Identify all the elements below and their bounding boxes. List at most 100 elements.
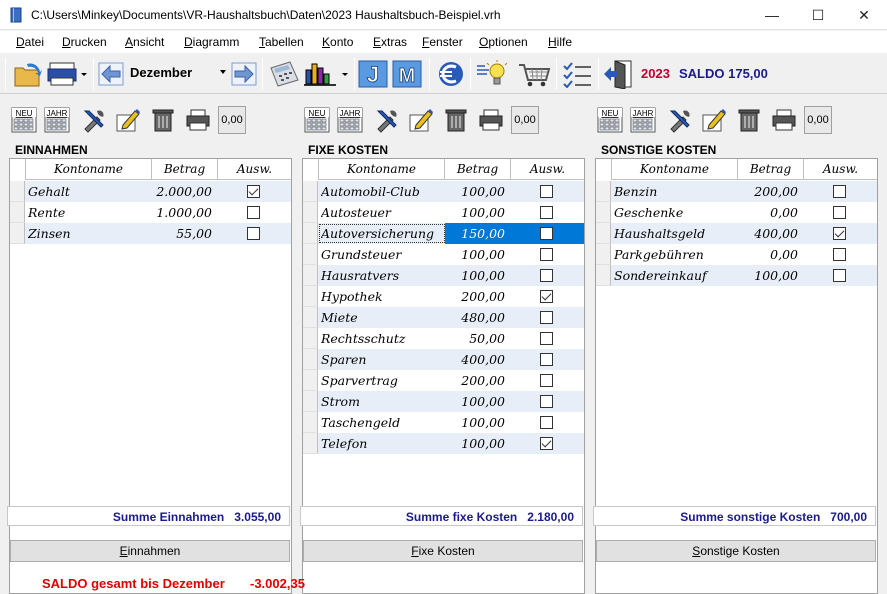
table-row[interactable]: Telefon 100,00 [303, 433, 584, 454]
table-row[interactable]: Zinsen 55,00 [10, 223, 291, 244]
row-select-checkbox[interactable] [247, 185, 260, 198]
row-select-checkbox[interactable] [247, 227, 260, 240]
einnahmen-delete-trash-icon[interactable] [148, 104, 178, 136]
einnahmen-new-entry-icon[interactable]: NEU [9, 104, 39, 136]
row-select-checkbox[interactable] [540, 332, 553, 345]
einnahmen-open-button[interactable]: Einnahmen [10, 540, 290, 562]
row-indicator[interactable] [303, 370, 318, 391]
row-indicator[interactable] [596, 265, 611, 286]
row-indicator[interactable] [303, 307, 318, 328]
row-select-checkbox[interactable] [540, 227, 553, 240]
fixe-edit-pencil-icon[interactable] [406, 104, 436, 136]
year-view-j-button[interactable]: J [358, 59, 388, 89]
row-indicator[interactable] [303, 328, 318, 349]
menu-datei[interactable]: Datei [16, 35, 44, 49]
sonstige-tools-icon[interactable] [665, 104, 695, 136]
fixe-open-button[interactable]: Fixe Kosten [303, 540, 583, 562]
einnahmen-reset-zero-button[interactable]: 0,00 [218, 106, 246, 134]
row-indicator[interactable] [596, 202, 611, 223]
row-indicator[interactable] [10, 181, 25, 202]
sonstige-delete-trash-icon[interactable] [734, 104, 764, 136]
fixe-delete-trash-icon[interactable] [441, 104, 471, 136]
row-indicator[interactable] [303, 244, 318, 265]
fixe-print-icon[interactable] [476, 104, 506, 136]
chart-dropdown-icon[interactable] [302, 59, 350, 89]
tips-lightbulb-icon[interactable] [474, 59, 512, 89]
fixe-year-entry-icon[interactable]: JAHR [335, 104, 365, 136]
table-row[interactable]: Sparen 400,00 [303, 349, 584, 370]
menu-drucken[interactable]: Drucken [62, 35, 107, 49]
fixe-new-entry-icon[interactable]: NEU [302, 104, 332, 136]
menu-fenster[interactable]: Fenster [422, 35, 463, 49]
table-row[interactable]: Strom 100,00 [303, 391, 584, 412]
row-indicator[interactable] [10, 202, 25, 223]
row-select-checkbox[interactable] [540, 353, 553, 366]
table-row[interactable]: Autosteuer 100,00 [303, 202, 584, 223]
sonstige-new-entry-icon[interactable]: NEU [595, 104, 625, 136]
table-row[interactable]: Benzin 200,00 [596, 181, 877, 202]
printer-dropdown-icon[interactable] [47, 59, 89, 89]
row-indicator[interactable] [303, 286, 318, 307]
table-row[interactable]: Geschenke 0,00 [596, 202, 877, 223]
column-header-name[interactable]: Kontoname [26, 159, 152, 180]
fixe-grid[interactable]: Kontoname Betrag Ausw. Automobil-Club 100… [302, 158, 585, 594]
row-select-checkbox[interactable] [540, 290, 553, 303]
row-select-checkbox[interactable] [540, 311, 553, 324]
month-select[interactable]: Dezember [126, 61, 230, 85]
menu-tabellen[interactable]: Tabellen [259, 35, 304, 49]
row-indicator[interactable] [596, 244, 611, 265]
column-header-amount[interactable]: Betrag [152, 159, 218, 180]
menu-ansicht[interactable]: Ansicht [125, 35, 164, 49]
table-row[interactable]: Taschengeld 100,00 [303, 412, 584, 433]
column-header-select[interactable]: Ausw. [511, 159, 584, 180]
row-select-checkbox[interactable] [833, 227, 846, 240]
table-row[interactable]: Hausratvers 100,00 [303, 265, 584, 286]
row-select-checkbox[interactable] [833, 269, 846, 282]
einnahmen-print-icon[interactable] [183, 104, 213, 136]
menu-extras[interactable]: Extras [373, 35, 407, 49]
table-row[interactable]: Gehalt 2.000,00 [10, 181, 291, 202]
table-row[interactable]: Sondereinkauf 100,00 [596, 265, 877, 286]
sonstige-edit-pencil-icon[interactable] [699, 104, 729, 136]
open-folder-icon[interactable] [12, 59, 44, 89]
row-select-checkbox[interactable] [247, 206, 260, 219]
fixe-reset-zero-button[interactable]: 0,00 [511, 106, 539, 134]
row-select-checkbox[interactable] [540, 248, 553, 261]
menu-optionen[interactable]: Optionen [479, 35, 528, 49]
row-select-checkbox[interactable] [540, 269, 553, 282]
row-indicator[interactable] [596, 181, 611, 202]
fixe-tools-icon[interactable] [372, 104, 402, 136]
row-indicator[interactable] [303, 412, 318, 433]
shopping-cart-icon[interactable] [515, 59, 553, 89]
column-header-select[interactable]: Ausw. [218, 159, 291, 180]
table-row[interactable]: Grundsteuer 100,00 [303, 244, 584, 265]
close-button[interactable]: ✕ [841, 0, 887, 30]
column-header-name[interactable]: Kontoname [319, 159, 445, 180]
sonstige-year-entry-icon[interactable]: JAHR [628, 104, 658, 136]
euro-icon[interactable] [433, 59, 467, 89]
menu-hilfe[interactable]: Hilfe [548, 35, 572, 49]
table-row[interactable]: Rechtsschutz 50,00 [303, 328, 584, 349]
row-select-checkbox[interactable] [540, 395, 553, 408]
maximize-button[interactable]: ☐ [795, 0, 841, 30]
table-row[interactable]: Parkgebühren 0,00 [596, 244, 877, 265]
row-indicator[interactable] [10, 223, 25, 244]
minimize-button[interactable]: — [749, 0, 795, 30]
calculator-icon[interactable] [267, 59, 301, 89]
table-row[interactable]: Autoversicherung 150,00 [303, 223, 584, 244]
row-indicator[interactable] [303, 265, 318, 286]
table-row[interactable]: Miete 480,00 [303, 307, 584, 328]
row-indicator[interactable] [596, 223, 611, 244]
einnahmen-year-entry-icon[interactable]: JAHR [42, 104, 72, 136]
row-indicator[interactable] [303, 391, 318, 412]
row-select-checkbox[interactable] [540, 185, 553, 198]
einnahmen-grid[interactable]: Kontoname Betrag Ausw. Gehalt 2.000,00 Ren… [9, 158, 292, 594]
einnahmen-edit-pencil-icon[interactable] [113, 104, 143, 136]
exit-door-icon[interactable] [602, 59, 636, 89]
month-view-m-button[interactable]: M [392, 59, 422, 89]
row-select-checkbox[interactable] [540, 416, 553, 429]
row-indicator[interactable] [303, 223, 318, 244]
table-row[interactable]: Rente 1.000,00 [10, 202, 291, 223]
checklist-icon[interactable] [560, 59, 594, 89]
table-row[interactable]: Automobil-Club 100,00 [303, 181, 584, 202]
